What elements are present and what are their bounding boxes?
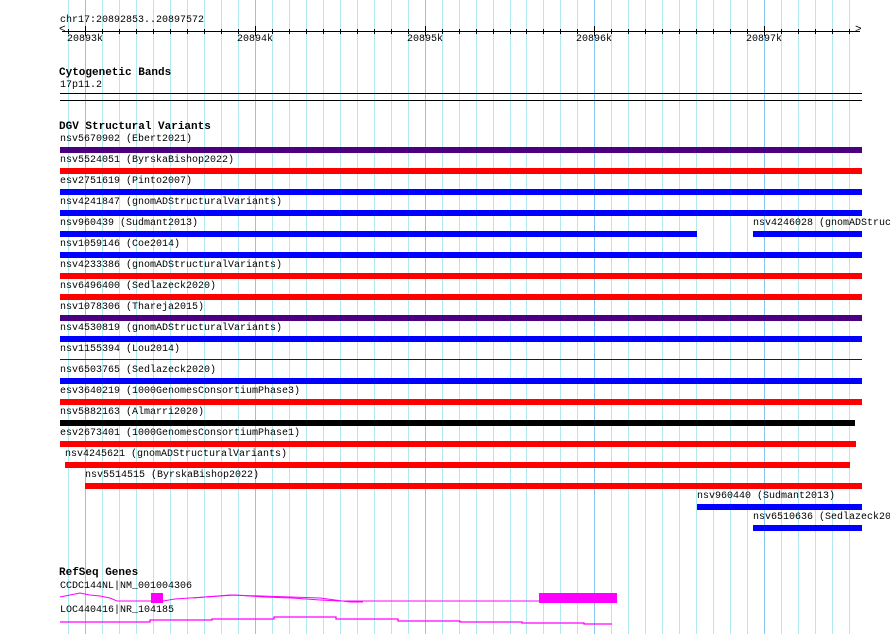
minor-tick: [136, 29, 137, 34]
minor-tick: [510, 29, 511, 34]
variant-bar[interactable]: [60, 399, 862, 405]
variant-label: esv2673401 (1000GenomesConsortiumPhase1): [60, 428, 301, 439]
minor-tick: [323, 29, 324, 34]
variant-bar[interactable]: [753, 525, 862, 531]
minor-tick: [340, 29, 341, 34]
cytobands-title: Cytogenetic Bands: [59, 67, 172, 79]
variant-label: nsv4233386 (gnomADStructuralVariants): [60, 260, 283, 271]
gene-loc440416[interactable]: [0, 615, 890, 634]
minor-tick: [357, 29, 358, 34]
minor-tick: [543, 29, 544, 34]
minor-tick: [645, 29, 646, 34]
dgv-title: DGV Structural Variants: [59, 121, 211, 133]
minor-tick: [526, 29, 527, 34]
cytoband-line[interactable]: [60, 93, 862, 94]
minor-tick: [730, 29, 731, 34]
variant-label: nsv960439 (Sudmant2013): [60, 218, 199, 229]
variant-bar[interactable]: [60, 420, 855, 426]
minor-tick: [153, 29, 154, 34]
variant-bar[interactable]: [60, 315, 862, 321]
variant-bar[interactable]: [60, 147, 862, 153]
gene-ccdc144nl[interactable]: [59, 592, 617, 603]
minor-tick: [696, 29, 697, 34]
location-label: chr17:20892853..20897572: [60, 15, 205, 26]
minor-tick: [849, 29, 850, 34]
variant-bar[interactable]: [60, 210, 862, 216]
scroll-left-arrow-icon[interactable]: <: [59, 25, 66, 36]
variant-bar[interactable]: [60, 168, 862, 174]
variant-bar[interactable]: [65, 462, 850, 468]
variant-bar[interactable]: [60, 273, 862, 279]
variant-label: nsv1078306 (Thareja2015): [60, 302, 205, 313]
variant-label: nsv1059146 (Coe2014): [60, 239, 181, 250]
variant-label: nsv5670902 (Ebert2021): [60, 134, 193, 145]
variant-bar[interactable]: [60, 252, 862, 258]
minor-tick: [832, 29, 833, 34]
variant-label: nsv4530819 (gnomADStructuralVariants): [60, 323, 283, 334]
variant-bar[interactable]: [85, 483, 862, 489]
scroll-right-arrow-icon[interactable]: >: [855, 25, 862, 36]
tick-label: 20896k: [576, 34, 613, 45]
minor-tick: [815, 29, 816, 34]
exon[interactable]: [539, 593, 617, 603]
minor-tick: [374, 29, 375, 34]
exon[interactable]: [151, 593, 163, 603]
refseq-title: RefSeq Genes: [59, 567, 139, 579]
variant-label: nsv6503765 (Sedlazeck2020): [60, 365, 217, 376]
minor-tick: [493, 29, 494, 34]
minor-tick: [187, 29, 188, 34]
variant-label: nsv5514515 (ByrskaBishop2022): [85, 470, 260, 481]
variant-label: nsv5524051 (ByrskaBishop2022): [60, 155, 235, 166]
variant-label: esv3640219 (1000GenomesConsortiumPhase3): [60, 386, 301, 397]
variant-bar[interactable]: [60, 378, 862, 384]
minor-tick: [713, 29, 714, 34]
tick-label: 20897k: [746, 34, 783, 45]
ruler-axis: [62, 31, 860, 32]
minor-tick: [679, 29, 680, 34]
variant-label: nsv4245621 (gnomADStructuralVariants): [65, 449, 288, 460]
minor-tick: [662, 29, 663, 34]
track-divider: [60, 100, 862, 101]
minor-tick: [119, 29, 120, 34]
variant-bar[interactable]: [60, 336, 862, 342]
variant-bar[interactable]: [697, 504, 862, 510]
variant-label: nsv4241847 (gnomADStructuralVariants): [60, 197, 283, 208]
variant-bar[interactable]: [753, 231, 862, 237]
minor-tick: [221, 29, 222, 34]
minor-tick: [459, 29, 460, 34]
minor-tick: [560, 29, 561, 34]
variant-bar[interactable]: [60, 189, 862, 195]
variant-label: esv2751619 (Pinto2007): [60, 176, 193, 187]
minor-tick: [170, 29, 171, 34]
variant-label: nsv1155394 (Lou2014): [60, 344, 181, 355]
variant-label: nsv6510636 (Sedlazeck20: [753, 512, 890, 523]
minor-tick: [289, 29, 290, 34]
tick-label: 20893k: [67, 34, 104, 45]
minor-tick: [798, 29, 799, 34]
variant-bar[interactable]: [60, 231, 697, 237]
tick-label: 20895k: [407, 34, 444, 45]
minor-tick: [306, 29, 307, 34]
variant-label: nsv5882163 (Almarri2020): [60, 407, 205, 418]
minor-tick: [628, 29, 629, 34]
variant-label: nsv6496400 (Sedlazeck2020): [60, 281, 217, 292]
variant-label: nsv960440 (Sudmant2013): [697, 491, 836, 502]
variant-bar[interactable]: [60, 294, 862, 300]
cytoband-label: 17p11.2: [60, 80, 103, 91]
genome-browser: chr17:20892853..20897572 < > 20893k 20894…: [0, 0, 890, 634]
variant-bar[interactable]: [60, 441, 856, 447]
minor-tick: [391, 29, 392, 34]
tick-label: 20894k: [237, 34, 274, 45]
minor-tick: [476, 29, 477, 34]
variant-label: nsv4246028 (gnomADStruc: [753, 218, 890, 229]
variant-bar[interactable]: [60, 359, 862, 360]
minor-tick: [204, 29, 205, 34]
